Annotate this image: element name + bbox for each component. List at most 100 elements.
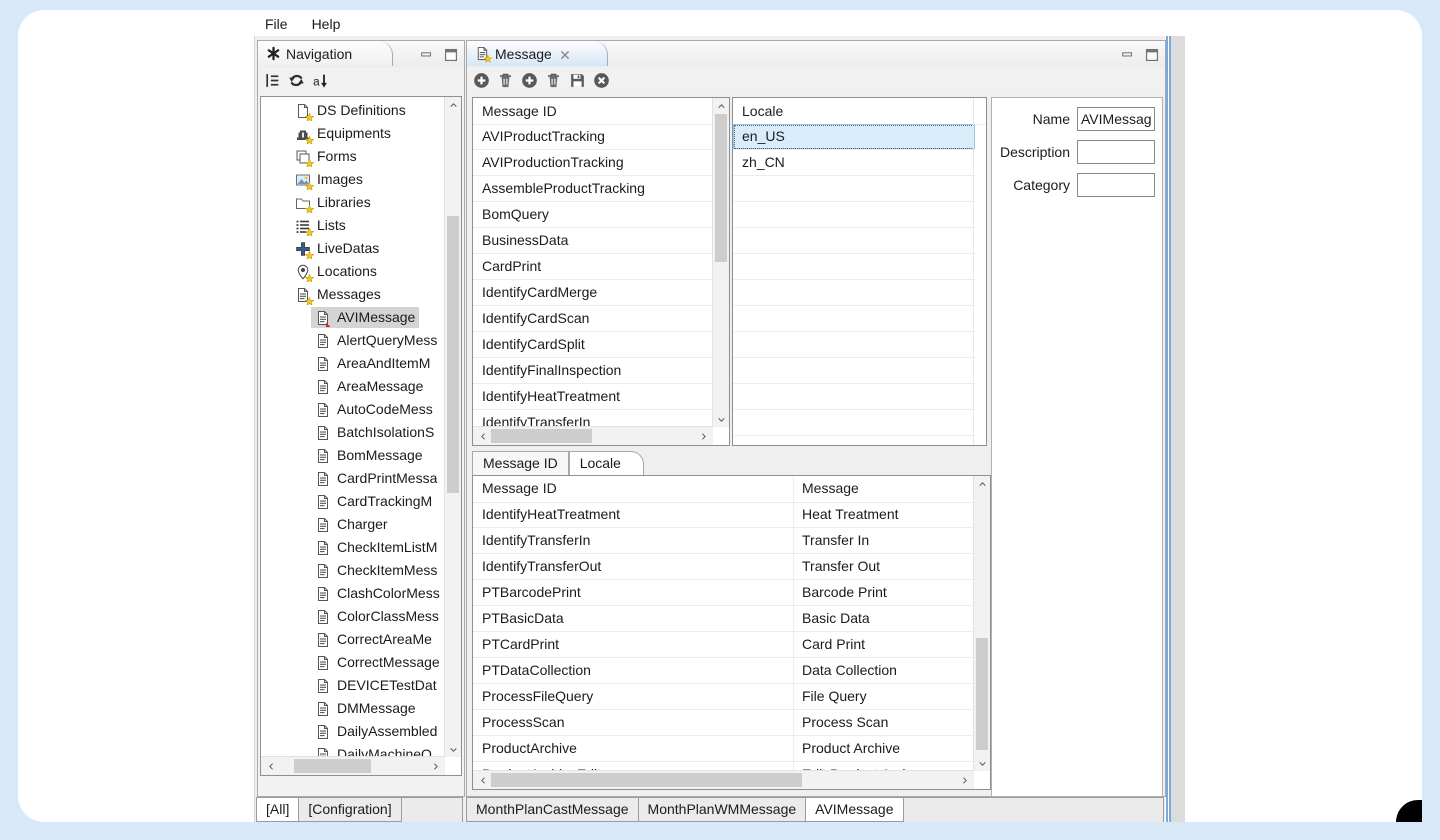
locale-empty-row[interactable]	[733, 384, 975, 410]
save-floppy-icon[interactable]	[568, 71, 587, 90]
scrollbar-thumb[interactable]	[491, 773, 802, 787]
name-field[interactable]	[1077, 107, 1155, 131]
scroll-right-button[interactable]	[429, 757, 441, 775]
tree-item[interactable]: DMMessage	[261, 697, 445, 720]
tree-item[interactable]: CardTrackingM	[261, 490, 445, 513]
locale-empty-row[interactable]	[733, 332, 975, 358]
refresh-icon[interactable]	[287, 71, 306, 90]
vertical-scrollbar[interactable]	[712, 98, 729, 427]
bottom-tab-avimessage[interactable]: AVIMessage	[806, 797, 903, 822]
bottom-tab-monthplanwmmessage[interactable]: MonthPlanWMMessage	[639, 797, 807, 822]
table-row[interactable]: IdentifyHeatTreatmentHeat Treatment	[473, 502, 974, 528]
message-id-row[interactable]: IdentifyCardScan	[473, 306, 713, 332]
locale-row[interactable]: en_US	[733, 124, 975, 150]
message-id-row[interactable]: BomQuery	[473, 202, 713, 228]
close-icon[interactable]	[559, 48, 571, 60]
scroll-left-button[interactable]	[477, 427, 489, 445]
editor-tab-message[interactable]: Message	[467, 41, 608, 66]
locale-empty-row[interactable]	[733, 228, 975, 254]
tree-item[interactable]: Charger	[261, 513, 445, 536]
tree-item[interactable]: AlertQueryMess	[261, 329, 445, 352]
message-id-row[interactable]: IdentifyFinalInspection	[473, 358, 713, 384]
add-circle-icon[interactable]	[472, 71, 491, 90]
cancel-circle-icon[interactable]	[592, 71, 611, 90]
add-circle-icon[interactable]	[520, 71, 539, 90]
locale-row[interactable]: zh_CN	[733, 150, 975, 176]
scroll-left-button[interactable]	[265, 757, 277, 775]
table-row[interactable]: PTCardPrintCard Print	[473, 632, 974, 658]
delete-trash-icon[interactable]	[496, 71, 515, 90]
minimize-icon[interactable]	[420, 48, 434, 60]
locale-empty-row[interactable]	[733, 202, 975, 228]
table-row[interactable]: ProcessScanProcess Scan	[473, 710, 974, 736]
tree-item[interactable]: Images	[261, 168, 445, 191]
bottom-tab-monthplancastmessage[interactable]: MonthPlanCastMessage	[466, 797, 639, 822]
table-row[interactable]: PTDataCollectionData Collection	[473, 658, 974, 684]
tree-item[interactable]: CheckItemListM	[261, 536, 445, 559]
table-row[interactable]: IdentifyTransferOutTransfer Out	[473, 554, 974, 580]
horizontal-scrollbar[interactable]	[473, 770, 974, 789]
tree-item[interactable]: Messages	[261, 283, 445, 306]
vertical-scrollbar[interactable]	[973, 476, 990, 771]
tree-item[interactable]: LiveDatas	[261, 237, 445, 260]
tree-item[interactable]: AutoCodeMess	[261, 398, 445, 421]
locale-empty-row[interactable]	[733, 306, 975, 332]
tree-item[interactable]: ColorClassMess	[261, 605, 445, 628]
message-id-row[interactable]: AVIProductionTracking	[473, 150, 713, 176]
tree-item[interactable]: Equipments	[261, 122, 445, 145]
horizontal-scrollbar[interactable]	[473, 426, 713, 445]
table-row[interactable]: PTBarcodePrintBarcode Print	[473, 580, 974, 606]
tree-item[interactable]: CorrectAreaMe	[261, 628, 445, 651]
tree-item[interactable]: Lists	[261, 214, 445, 237]
collapse-all-icon[interactable]	[263, 71, 282, 90]
horizontal-scrollbar[interactable]	[261, 756, 445, 775]
scroll-left-button[interactable]	[477, 771, 489, 789]
vertical-scrollbar[interactable]	[444, 97, 461, 757]
message-id-row[interactable]: AVIProductTracking	[473, 124, 713, 150]
menu-item-help[interactable]: Help	[310, 14, 343, 34]
message-id-row[interactable]: IdentifyCardSplit	[473, 332, 713, 358]
locale-empty-row[interactable]	[733, 280, 975, 306]
message-id-row[interactable]: IdentifyHeatTreatment	[473, 384, 713, 410]
category-field[interactable]	[1077, 173, 1155, 197]
tree-item[interactable]: Libraries	[261, 191, 445, 214]
scrollbar-thumb[interactable]	[715, 114, 727, 262]
locale-empty-row[interactable]	[733, 410, 975, 436]
message-id-row[interactable]: BusinessData	[473, 228, 713, 254]
tree-item[interactable]: Forms	[261, 145, 445, 168]
tree-item[interactable]: AVIMessage	[261, 306, 445, 329]
table-row[interactable]: IdentifyTransferInTransfer In	[473, 528, 974, 554]
scroll-up-button[interactable]	[713, 100, 729, 112]
table-row[interactable]: ProcessFileQueryFile Query	[473, 684, 974, 710]
message-id-row[interactable]: IdentifyCardMerge	[473, 280, 713, 306]
scrollbar-thumb[interactable]	[976, 638, 988, 750]
detail-tab-message-id[interactable]: Message ID	[472, 451, 569, 477]
tree-item[interactable]: AreaMessage	[261, 375, 445, 398]
message-id-row[interactable]: IdentifyTransferIn	[473, 410, 713, 427]
navigation-view-tab[interactable]: Navigation	[258, 41, 393, 66]
scrollbar-thumb[interactable]	[447, 216, 459, 493]
minimize-icon[interactable]	[1121, 48, 1135, 60]
detail-tab-locale[interactable]: Locale	[569, 451, 644, 477]
description-field[interactable]	[1077, 140, 1155, 164]
scroll-up-button[interactable]	[445, 99, 461, 111]
tree-item[interactable]: Locations	[261, 260, 445, 283]
scroll-down-button[interactable]	[713, 413, 729, 425]
locale-empty-row[interactable]	[733, 358, 975, 384]
table-row[interactable]: ProductArchiveProduct Archive	[473, 736, 974, 762]
scrollbar-thumb[interactable]	[294, 759, 371, 773]
bottom-tab-configration[interactable]: [Configration]	[299, 797, 401, 822]
locale-empty-row[interactable]	[733, 254, 975, 280]
table-row[interactable]: PTBasicDataBasic Data	[473, 606, 974, 632]
scroll-down-button[interactable]	[445, 743, 461, 755]
message-id-row[interactable]: AssembleProductTracking	[473, 176, 713, 202]
tree-item[interactable]: ClashColorMess	[261, 582, 445, 605]
tree-item[interactable]: DS Definitions	[261, 99, 445, 122]
tree-item[interactable]: DEVICETestDat	[261, 674, 445, 697]
scroll-right-button[interactable]	[958, 771, 970, 789]
maximize-icon[interactable]	[444, 48, 458, 60]
delete-trash-icon[interactable]	[544, 71, 563, 90]
tree-item[interactable]: BomMessage	[261, 444, 445, 467]
locale-empty-row[interactable]	[733, 176, 975, 202]
menu-item-file[interactable]: File	[263, 14, 290, 34]
